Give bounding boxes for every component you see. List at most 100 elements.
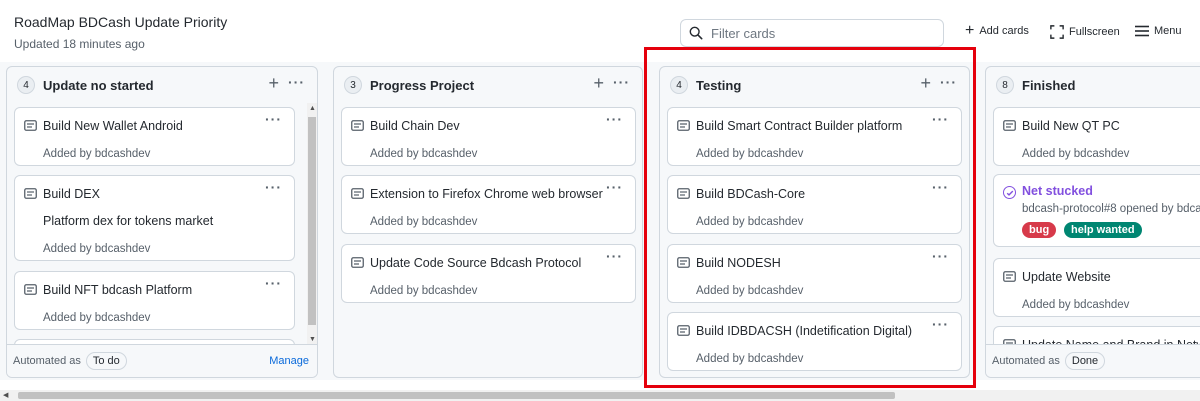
- fullscreen-label: Fullscreen: [1069, 26, 1120, 38]
- card-added-by: Added by bdcashdev: [696, 148, 804, 160]
- menu-button[interactable]: Menu: [1135, 25, 1182, 37]
- card-more-options-icon[interactable]: ···: [932, 111, 949, 127]
- card-title: Update Code Source Bdcash Protocol: [370, 256, 582, 270]
- column-more-options-icon[interactable]: ···: [288, 74, 305, 90]
- issue-card[interactable]: Net stucked bdcash-protocol#8 opened by …: [993, 174, 1200, 247]
- note-card[interactable]: Build DEX Platform dex for tokens market…: [14, 175, 295, 261]
- note-card[interactable]: Update Code Source Bdcash Protocol Added…: [341, 244, 636, 303]
- card-added-by: Added by bdcashdev: [370, 216, 478, 228]
- note-icon: [677, 188, 690, 199]
- column-scrollbar[interactable]: ▲ ▼: [307, 103, 317, 345]
- card-added-by: Added by bdcashdev: [696, 285, 804, 297]
- card-title: Build DEX: [43, 187, 100, 201]
- project-title: RoadMap BDCash Update Priority: [14, 14, 228, 30]
- plus-icon: +: [965, 22, 975, 39]
- note-icon: [351, 120, 364, 131]
- card-body: Platform dex for tokens market: [43, 214, 214, 228]
- filter-cards-field[interactable]: [680, 19, 944, 47]
- column-finished: 8 Finished Build New QT PC Added by bdca…: [985, 66, 1200, 378]
- card-title: Build New QT PC: [1022, 119, 1120, 133]
- scroll-down-arrow-icon[interactable]: ▼: [309, 336, 316, 343]
- note-icon: [1003, 271, 1016, 282]
- automation-badge: To do: [85, 352, 127, 370]
- card-title: Update Website: [1022, 270, 1111, 284]
- note-card[interactable]: Build New QT PC Added by bdcashdev: [993, 107, 1200, 166]
- column-progress-project: 3 Progress Project + ··· Build Chain Dev…: [333, 66, 643, 378]
- project-board: 4 Update no started + ··· Build New Wall…: [0, 62, 1200, 380]
- manage-automation-link[interactable]: Manage: [269, 355, 309, 367]
- card-title: Build Chain Dev: [370, 119, 460, 133]
- card-count-badge: 8: [996, 76, 1014, 94]
- note-card[interactable]: Extension to Firefox Chrome web browser …: [341, 175, 636, 234]
- card-more-options-icon[interactable]: ···: [606, 111, 623, 127]
- card-added-by: Added by bdcashdev: [370, 285, 478, 297]
- board-horizontal-scrollbar[interactable]: ◀: [0, 390, 1200, 401]
- note-icon: [351, 257, 364, 268]
- card-added-by: Added by bdcashdev: [1022, 148, 1130, 160]
- search-icon: [689, 26, 703, 40]
- card-count-badge: 4: [670, 76, 688, 94]
- card-more-options-icon[interactable]: ···: [265, 179, 282, 195]
- note-icon: [677, 257, 690, 268]
- card-more-options-icon[interactable]: ···: [265, 111, 282, 127]
- card-more-options-icon[interactable]: ···: [265, 275, 282, 291]
- card-count-badge: 3: [344, 76, 362, 94]
- card-title: Extension to Firefox Chrome web browser: [370, 187, 603, 201]
- card-title: Build Smart Contract Builder platform: [696, 119, 903, 133]
- scroll-up-arrow-icon[interactable]: ▲: [309, 105, 316, 112]
- card-added-by: Added by bdcashdev: [370, 148, 478, 160]
- card-title: Build New Wallet Android: [43, 119, 183, 133]
- note-card[interactable]: Build New Wallet Android Added by bdcash…: [14, 107, 295, 166]
- column-title: Update no started: [43, 77, 154, 93]
- column-header: 8 Finished: [986, 67, 1200, 103]
- card-more-options-icon[interactable]: ···: [932, 179, 949, 195]
- note-card[interactable]: Build Smart Contract Builder platform Ad…: [667, 107, 962, 166]
- column-title: Testing: [696, 77, 742, 93]
- card-added-by: Added by bdcashdev: [43, 148, 151, 160]
- fullscreen-button[interactable]: Fullscreen: [1050, 25, 1120, 39]
- add-card-plus-icon[interactable]: +: [268, 74, 279, 92]
- column-more-options-icon[interactable]: ···: [940, 74, 957, 90]
- fullscreen-icon: [1050, 25, 1064, 39]
- column-update-no-started: 4 Update no started + ··· Build New Wall…: [6, 66, 318, 378]
- add-cards-button[interactable]: + Add cards: [965, 22, 1029, 39]
- note-card[interactable]: Build Chain Dev Added by bdcashdev ···: [341, 107, 636, 166]
- scrollbar-thumb[interactable]: [18, 392, 895, 399]
- card-added-by: Added by bdcashdev: [1022, 299, 1130, 311]
- column-title: Progress Project: [370, 77, 475, 93]
- filter-cards-input[interactable]: [711, 25, 931, 41]
- scrollbar-thumb[interactable]: [308, 117, 316, 325]
- card-more-options-icon[interactable]: ···: [606, 248, 623, 264]
- column-title: Finished: [1022, 77, 1076, 93]
- card-more-options-icon[interactable]: ···: [932, 316, 949, 332]
- add-card-plus-icon[interactable]: +: [920, 74, 931, 92]
- card-more-options-icon[interactable]: ···: [932, 248, 949, 264]
- note-card[interactable]: Build BDCash-Core Added by bdcashdev ···: [667, 175, 962, 234]
- column-footer: Automated as Done: [986, 344, 1200, 377]
- note-card[interactable]: Build IDBDACSH (Indetification Digital) …: [667, 312, 962, 371]
- note-icon: [24, 120, 37, 131]
- note-card[interactable]: Build NFT bdcash Platform Added by bdcas…: [14, 271, 295, 330]
- issue-closed-icon: [1003, 186, 1016, 199]
- card-title: Build IDBDACSH (Indetification Digital): [696, 324, 913, 338]
- card-title: Build BDCash-Core: [696, 187, 806, 201]
- label-bug[interactable]: bug: [1022, 222, 1057, 238]
- scroll-left-arrow-icon[interactable]: ◀: [3, 391, 8, 399]
- issue-reference: bdcash-protocol#8 opened by bdcas: [1022, 203, 1200, 215]
- card-more-options-icon[interactable]: ···: [606, 179, 623, 195]
- issue-title-link[interactable]: Net stucked: [1022, 184, 1093, 198]
- note-card[interactable]: Build NODESH Added by bdcashdev ···: [667, 244, 962, 303]
- note-icon: [24, 188, 37, 199]
- add-card-plus-icon[interactable]: +: [593, 74, 604, 92]
- column-more-options-icon[interactable]: ···: [613, 74, 630, 90]
- card-added-by: Added by bdcashdev: [43, 312, 151, 324]
- note-icon: [677, 120, 690, 131]
- note-icon: [351, 188, 364, 199]
- automation-label: Automated as: [992, 355, 1060, 367]
- card-added-by: Added by bdcashdev: [43, 243, 151, 255]
- hamburger-icon: [1135, 25, 1149, 37]
- card-added-by: Added by bdcashdev: [696, 353, 804, 365]
- card-title: Build NFT bdcash Platform: [43, 283, 193, 297]
- label-help-wanted[interactable]: help wanted: [1064, 222, 1142, 238]
- note-card[interactable]: Update Website Added by bdcashdev: [993, 258, 1200, 317]
